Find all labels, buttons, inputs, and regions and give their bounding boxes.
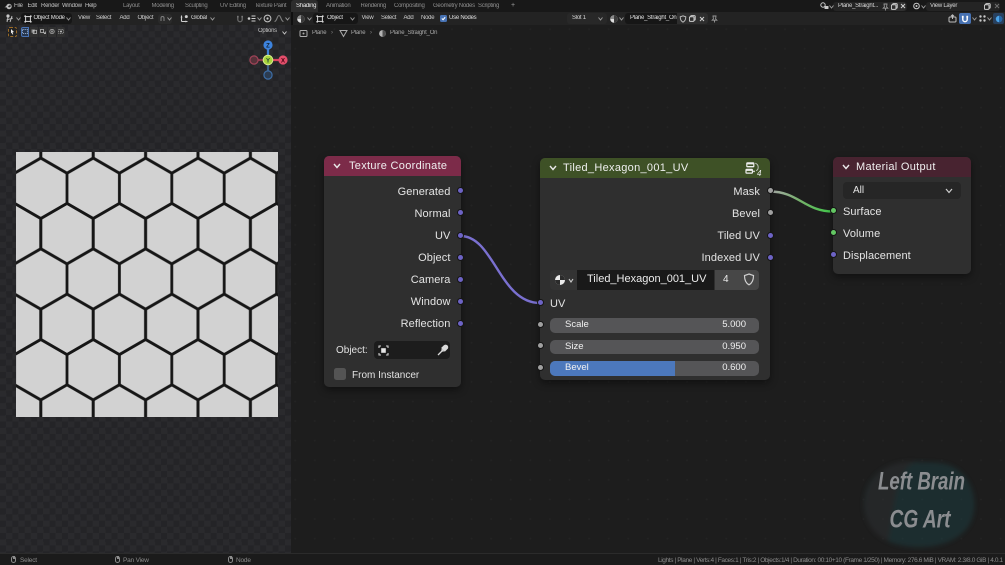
svg-text:Left Brain: Left Brain [878, 468, 965, 496]
svg-text:Y: Y [266, 59, 270, 65]
svg-text:Z: Z [266, 44, 270, 50]
svg-text:X: X [281, 59, 285, 65]
svg-text:CG Art: CG Art [890, 506, 952, 534]
